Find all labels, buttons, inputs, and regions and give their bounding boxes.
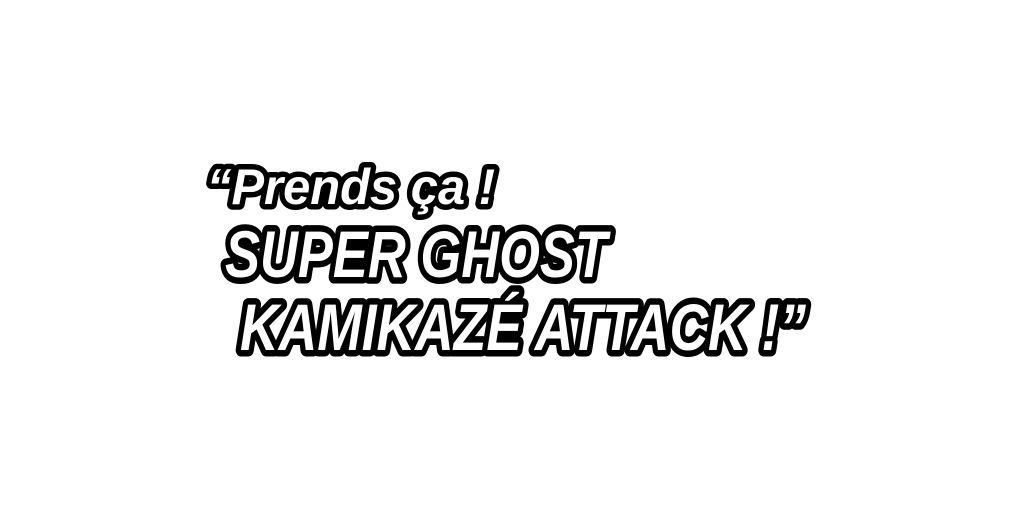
quote-line-2: SUPER GHOST <box>225 217 611 291</box>
canvas: “Prends ça ! SUPER GHOST KAMIKAZÉ ATTACK… <box>0 0 1024 512</box>
quote-line-1: “Prends ça ! <box>207 159 495 215</box>
quote-text: “Prends ça ! SUPER GHOST KAMIKAZÉ ATTACK… <box>202 154 813 371</box>
quote-line-3: KAMIKAZÉ ATTACK !” <box>240 290 806 364</box>
